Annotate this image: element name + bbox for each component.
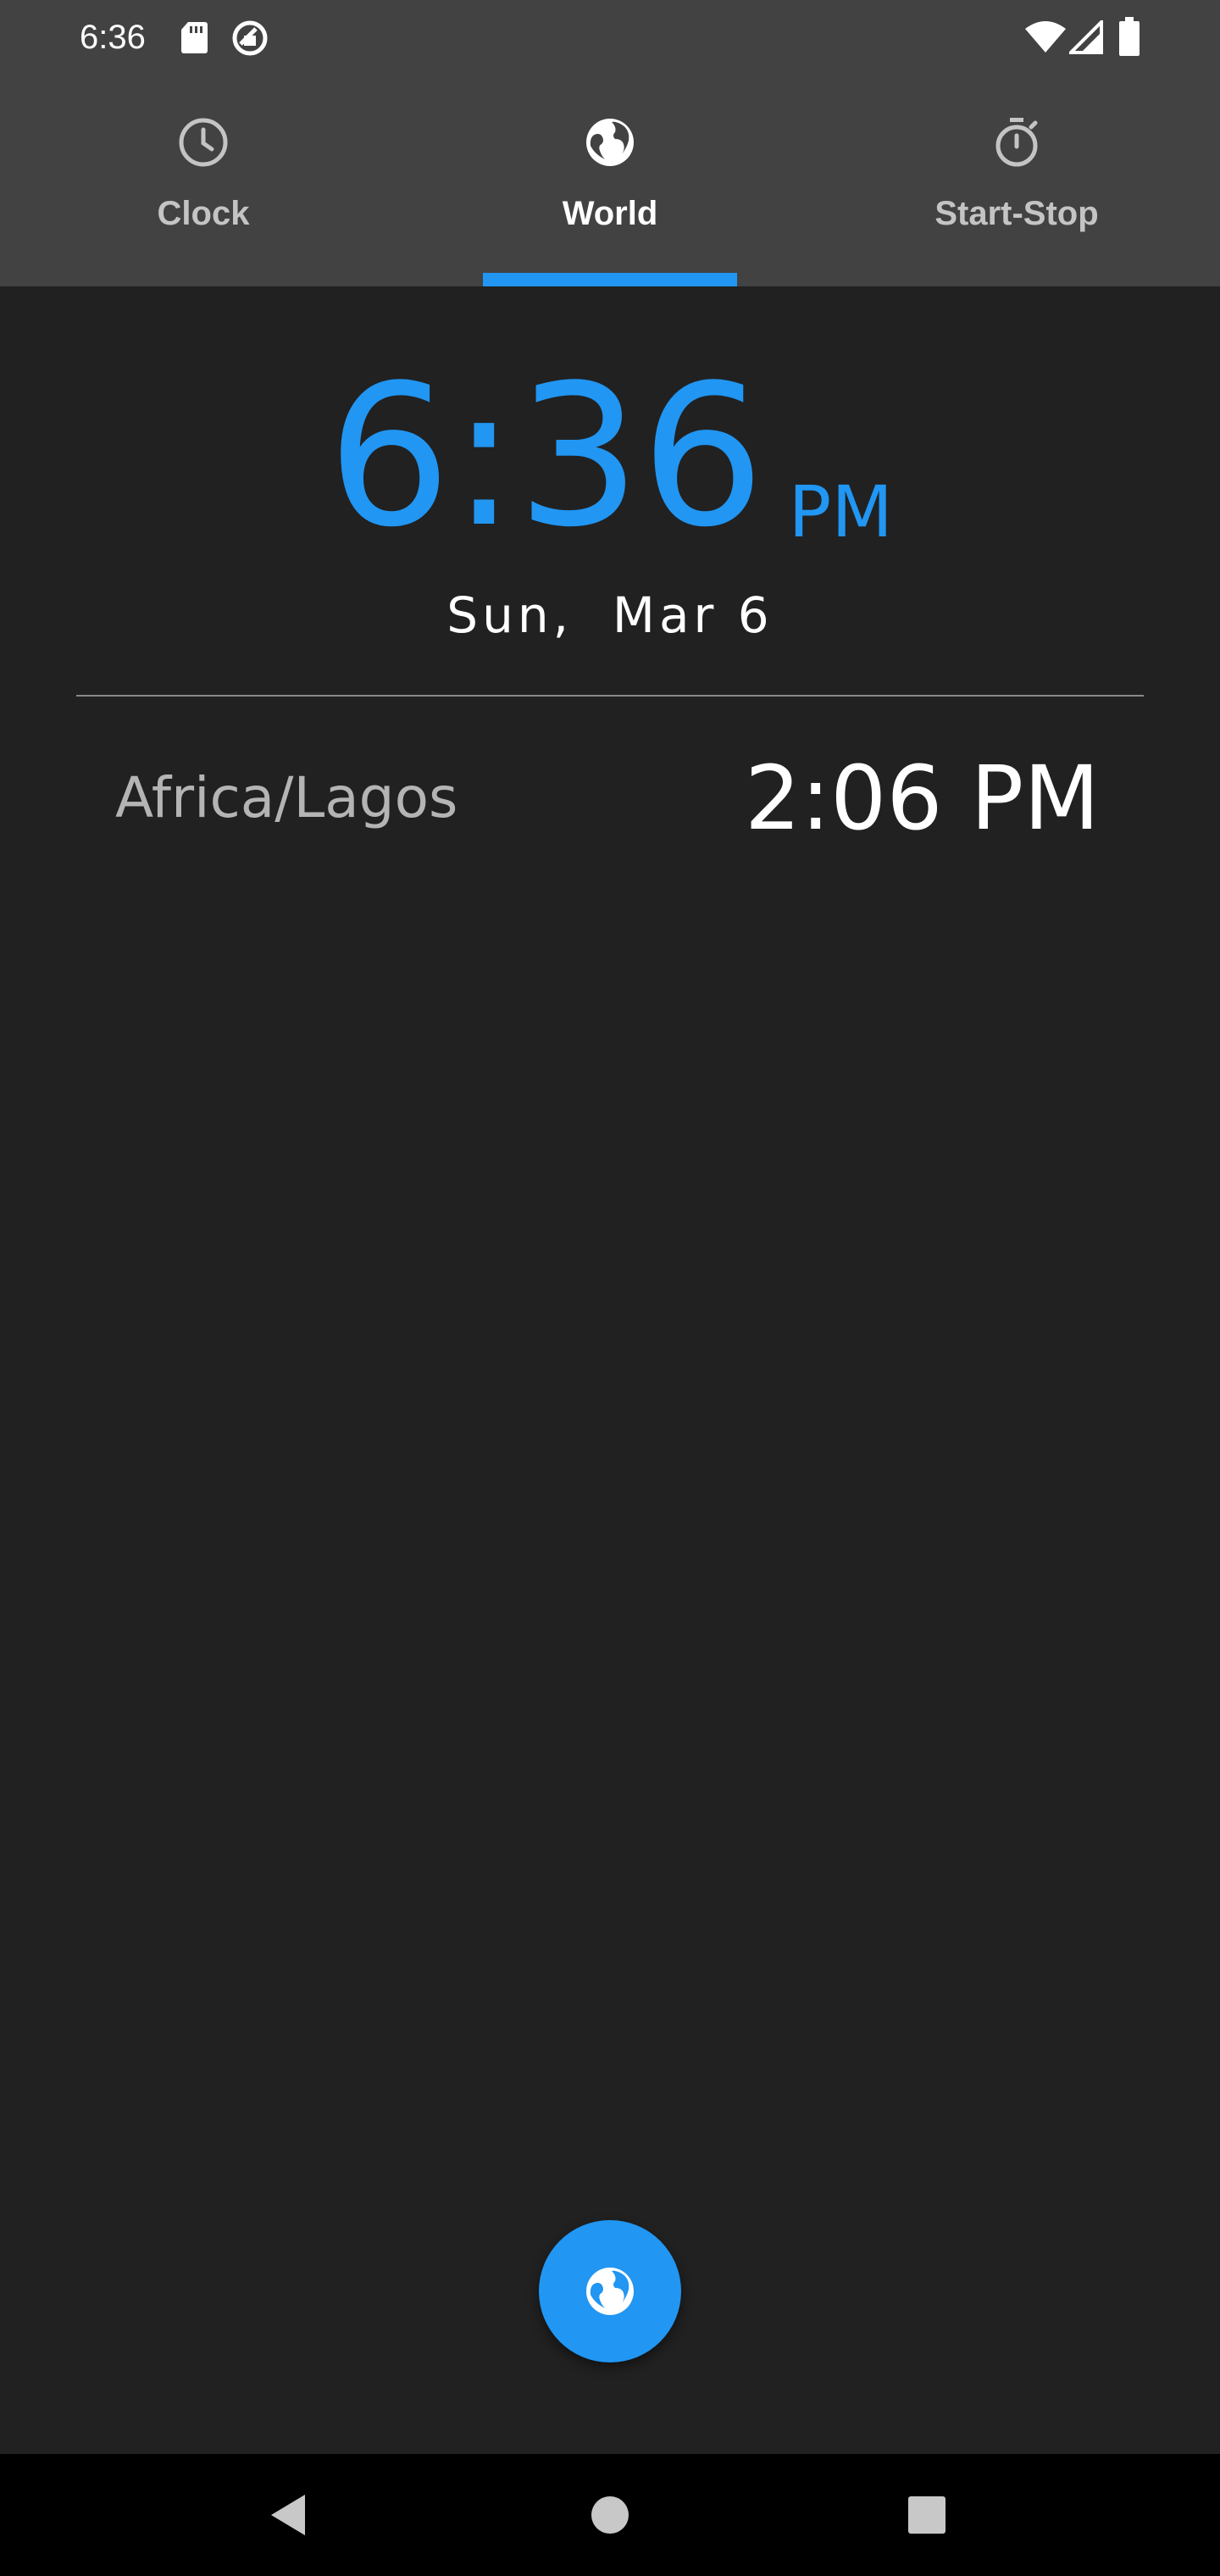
tab-bar: Clock World Start-Stop: [0, 75, 1220, 286]
tab-start-stop-label: Start-Stop: [934, 195, 1099, 232]
home-button[interactable]: [576, 2481, 644, 2549]
stopwatch-icon: [995, 118, 1038, 167]
battery-icon: [1119, 17, 1140, 56]
tab-clock-label: Clock: [157, 195, 250, 232]
clock-icon: [179, 118, 228, 167]
signal-icon: [1069, 20, 1103, 54]
tab-world-label: World: [562, 195, 658, 232]
tab-start-stop[interactable]: Start-Stop: [813, 75, 1220, 286]
local-time: 6:36: [327, 344, 765, 570]
world-clock-screen: 6:36 Clock World Start-Stop 6:36 PM Sun,…: [0, 0, 1220, 2576]
app-bar: 6:36 Clock World Start-Stop: [0, 0, 1220, 286]
city-name: Africa/Lagos: [115, 765, 458, 830]
wifi-icon: [1025, 21, 1066, 53]
tab-indicator: [483, 273, 737, 286]
tab-clock[interactable]: Clock: [0, 75, 407, 286]
recents-icon: [908, 2496, 946, 2534]
divider: [76, 695, 1144, 697]
list-item[interactable]: Africa/Lagos 2:06 PM: [0, 729, 1220, 864]
sd-card-icon: [181, 22, 208, 53]
rotate-lock-icon: [232, 20, 268, 56]
navigation-bar: [0, 2454, 1220, 2576]
recents-button[interactable]: [893, 2481, 961, 2549]
globe-icon: [586, 2268, 634, 2315]
back-button[interactable]: [254, 2481, 322, 2549]
back-icon: [271, 2495, 305, 2535]
status-time: 6:36: [80, 19, 146, 56]
local-date: Sun, Mar 6: [446, 586, 774, 644]
home-icon: [591, 2496, 629, 2534]
local-ampm: PM: [788, 470, 893, 553]
globe-icon: [586, 119, 634, 166]
add-city-button[interactable]: [539, 2220, 681, 2362]
tab-world[interactable]: World: [407, 75, 813, 286]
status-bar: 6:36: [0, 0, 1220, 75]
local-clock: 6:36 PM: [0, 356, 1220, 559]
city-time: 2:06 PM: [744, 747, 1100, 850]
